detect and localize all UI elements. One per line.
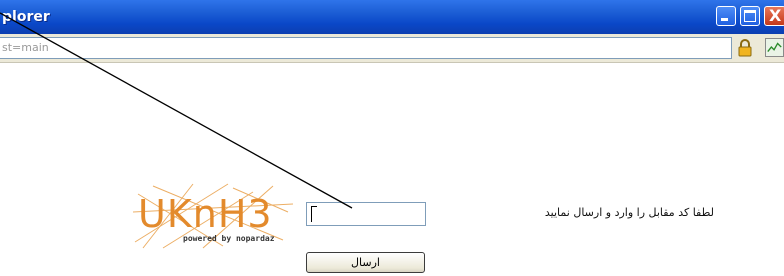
close-icon: X bbox=[769, 6, 782, 25]
address-url: st=main bbox=[2, 41, 49, 54]
address-input[interactable]: st=main bbox=[0, 37, 732, 59]
close-button[interactable]: X bbox=[764, 6, 784, 26]
submit-button[interactable]: ارسال bbox=[306, 252, 425, 273]
maximize-button[interactable] bbox=[740, 6, 760, 26]
minimize-icon bbox=[721, 18, 728, 21]
text-cursor-top bbox=[311, 206, 317, 207]
window-title-bar[interactable]: plorer X bbox=[0, 0, 784, 34]
captcha-powered-by: powered by nopardaz bbox=[183, 234, 275, 243]
captcha-code-input[interactable] bbox=[306, 202, 426, 226]
minimize-button[interactable] bbox=[716, 6, 736, 26]
feed-icon[interactable] bbox=[765, 38, 784, 57]
maximize-icon bbox=[744, 10, 756, 22]
captcha-image: UKnH3 powered by nopardaz bbox=[133, 182, 295, 250]
lock-icon[interactable] bbox=[737, 39, 753, 57]
address-bar: st=main bbox=[0, 34, 784, 63]
window-title: plorer bbox=[2, 9, 50, 25]
captcha-text: UKnH3 bbox=[138, 192, 273, 236]
captcha-prompt-label: لطفا کد مقابل را وارد و ارسال نمایید bbox=[544, 206, 714, 219]
text-cursor bbox=[311, 206, 312, 222]
